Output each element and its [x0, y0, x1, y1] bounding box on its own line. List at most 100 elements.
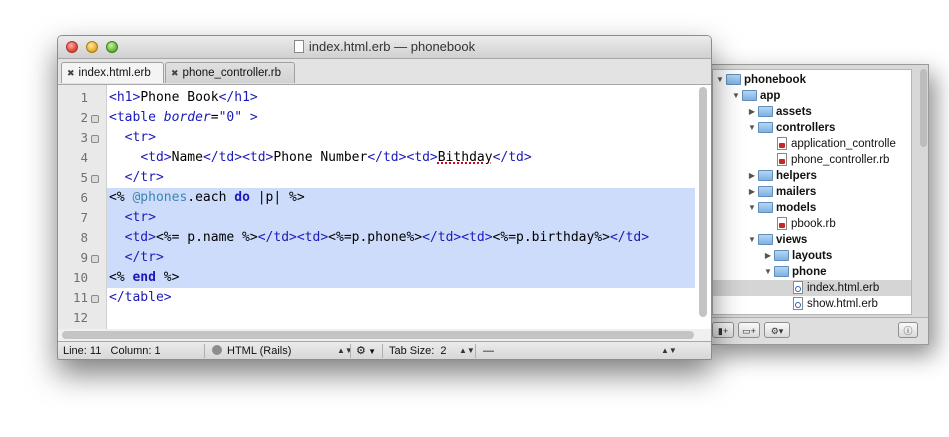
symbol-selector[interactable]: — ▲▼ [483, 342, 677, 359]
info-icon: ⓘ [903, 326, 913, 336]
vertical-scrollbar[interactable] [699, 87, 707, 317]
code-line-6[interactable]: <% @phones.each do |p| %> [107, 188, 695, 208]
line-number: 12 [72, 310, 88, 325]
code-line-11[interactable]: </table> [107, 288, 695, 308]
line-number: 9 [80, 250, 88, 265]
editor-window: index.html.erb — phonebook ✖ index.html.e… [57, 35, 712, 360]
fold-end-icon[interactable] [91, 295, 99, 303]
line-number: 3 [80, 130, 88, 145]
tree-item-mailers[interactable]: ▶ mailers [747, 184, 816, 200]
disclosure-closed-icon[interactable]: ▶ [747, 168, 757, 184]
line-number: 8 [80, 230, 88, 245]
code-line-4[interactable]: <td>Name</td><td>Phone Number</td><td>Bi… [107, 148, 695, 168]
settings-menu[interactable]: ⚙ ▼ [356, 342, 377, 359]
fold-start-icon[interactable] [91, 135, 99, 143]
tree-item-phonebook[interactable]: ▼ phonebook [715, 72, 806, 88]
folder-icon [758, 202, 773, 213]
new-folder-button[interactable]: ▭+ [738, 322, 760, 338]
tree-item-layouts[interactable]: ▶ layouts [763, 248, 832, 264]
chevron-down-icon: ▼ [365, 347, 377, 356]
disclosure-open-icon[interactable]: ▼ [731, 88, 741, 104]
gear-icon: ⚙▾ [770, 326, 784, 336]
drawer-toolbar: ▮+ ▭+ ⚙▾ ⓘ [706, 317, 928, 344]
popup-arrows-icon: ▲▼ [459, 346, 475, 355]
action-menu-button[interactable]: ⚙▾ [764, 322, 790, 338]
disclosure-open-icon[interactable]: ▼ [747, 232, 757, 248]
tree-item-phone-controller[interactable]: phone_controller.rb [775, 152, 889, 168]
tree-item-models[interactable]: ▼ models [747, 200, 816, 216]
horizontal-scroll-area [58, 329, 711, 341]
tree-item-app[interactable]: ▼ app [731, 88, 780, 104]
fold-end-icon[interactable] [91, 255, 99, 263]
tab-index-html-erb[interactable]: ✖ index.html.erb [61, 62, 164, 83]
disclosure-closed-icon[interactable]: ▶ [747, 184, 757, 200]
line-number: 6 [80, 190, 88, 205]
code-line-7[interactable]: <tr> [107, 208, 695, 228]
erb-file-icon [793, 281, 803, 294]
new-folder-icon: ▭+ [742, 326, 756, 336]
code-line-12[interactable] [107, 308, 695, 328]
language-icon [212, 345, 222, 355]
spelling-error: Bithday [437, 150, 493, 165]
tree-item-assets[interactable]: ▶ assets [747, 104, 812, 120]
ruby-file-icon [777, 137, 787, 150]
code-line-10[interactable]: <% end %> [107, 268, 695, 288]
tree-item-phone[interactable]: ▼ phone [763, 264, 827, 280]
tree-scrollbar[interactable] [920, 69, 927, 147]
ruby-file-icon [777, 153, 787, 166]
popup-arrows-icon: ▲▼ [661, 346, 677, 355]
line-number: 10 [72, 270, 88, 285]
code-line-2[interactable]: <table border="0" > [107, 108, 695, 128]
new-file-icon: ▮+ [717, 326, 729, 336]
line-number: 4 [80, 150, 88, 165]
tree-item-application-controller[interactable]: application_controlle [775, 136, 896, 152]
status-bar: Line: 11 Column: 1 HTML (Rails) ▲▼ ⚙ ▼ Ta… [58, 341, 711, 359]
folder-icon [758, 186, 773, 197]
folder-icon [774, 250, 789, 261]
document-icon [293, 40, 304, 53]
line-number: 1 [80, 90, 88, 105]
project-tree[interactable]: ▼ phonebook ▼ app ▶ assets ▼ controllers app… [712, 69, 912, 315]
language-selector[interactable]: HTML (Rails) ▲▼ [212, 342, 353, 359]
code-line-8[interactable]: <td><%= p.name %></td><td><%=p.phone%></… [107, 228, 695, 248]
tab-size-selector[interactable]: Tab Size: 2 ▲▼ [389, 342, 475, 359]
erb-file-icon [793, 297, 803, 310]
title-bar[interactable]: index.html.erb — phonebook [58, 36, 711, 59]
disclosure-open-icon[interactable]: ▼ [715, 72, 725, 88]
folder-icon [758, 170, 773, 181]
close-tab-icon[interactable]: ✖ [67, 68, 75, 78]
folder-icon [726, 74, 741, 85]
ruby-file-icon [777, 217, 787, 230]
disclosure-closed-icon[interactable]: ▶ [763, 248, 773, 264]
code-line-3[interactable]: <tr> [107, 128, 695, 148]
folder-icon [758, 122, 773, 133]
fold-end-icon[interactable] [91, 175, 99, 183]
cursor-position: Line: 11 Column: 1 [63, 345, 161, 357]
code-line-1[interactable]: <h1>Phone Book</h1> [107, 88, 695, 108]
tree-item-controllers[interactable]: ▼ controllers [747, 120, 835, 136]
disclosure-open-icon[interactable]: ▼ [763, 264, 773, 280]
disclosure-open-icon[interactable]: ▼ [747, 120, 757, 136]
folder-icon [774, 266, 789, 277]
info-button[interactable]: ⓘ [898, 322, 918, 338]
tab-phone-controller[interactable]: ✖ phone_controller.rb [165, 62, 295, 83]
close-tab-icon[interactable]: ✖ [171, 68, 179, 78]
tree-item-pbook[interactable]: pbook.rb [775, 216, 836, 232]
horizontal-scrollbar[interactable] [62, 331, 694, 339]
disclosure-closed-icon[interactable]: ▶ [747, 104, 757, 120]
status-divider [382, 344, 383, 358]
fold-start-icon[interactable] [91, 115, 99, 123]
project-drawer: ▼ phonebook ▼ app ▶ assets ▼ controllers app… [706, 64, 929, 345]
code-editor[interactable]: 1 2 3 4 5 6 7 8 9 10 11 12 <h1>Phone Boo… [58, 85, 711, 329]
tab-bar: ✖ index.html.erb ✖ phone_controller.rb [58, 59, 711, 85]
tree-item-views[interactable]: ▼ views [747, 232, 807, 248]
new-file-button[interactable]: ▮+ [712, 322, 734, 338]
code-line-9[interactable]: </tr> [107, 248, 695, 268]
tree-item-index-erb[interactable]: index.html.erb [713, 280, 911, 296]
line-number: 5 [80, 170, 88, 185]
code-line-5[interactable]: </tr> [107, 168, 695, 188]
tree-item-show-erb[interactable]: show.html.erb [791, 296, 878, 312]
line-number: 2 [80, 110, 88, 125]
tree-item-helpers[interactable]: ▶ helpers [747, 168, 817, 184]
disclosure-open-icon[interactable]: ▼ [747, 200, 757, 216]
